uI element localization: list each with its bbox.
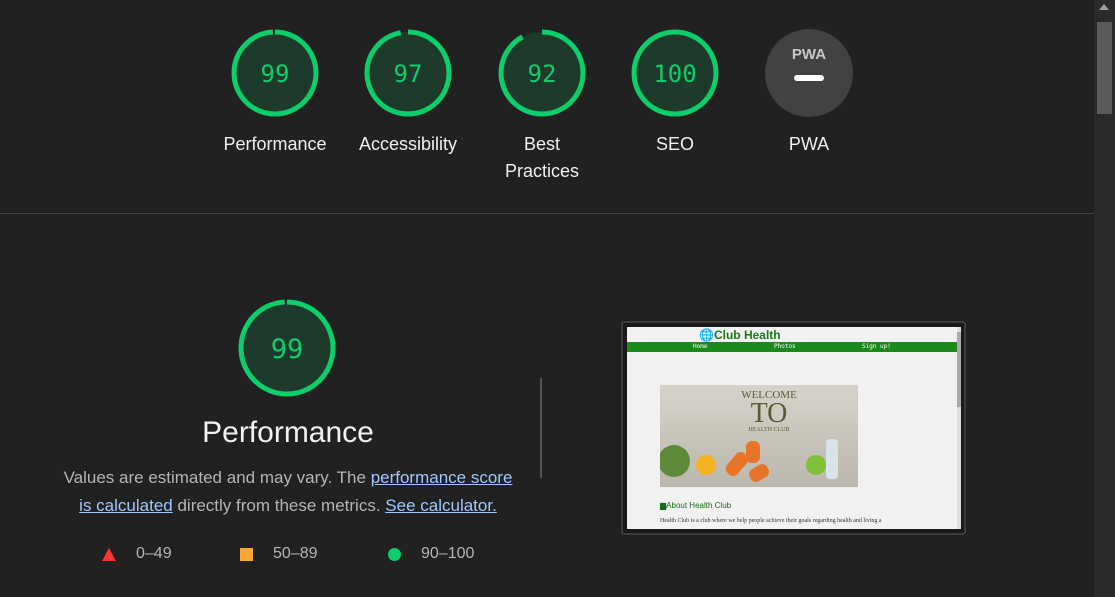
site-nav: Home Photos Sign up! [627, 342, 957, 352]
category-label-pwa: PWA [788, 134, 830, 154]
site-logo-text: Club Health [713, 328, 781, 342]
category-gauge-best-practices[interactable]: 92 [497, 28, 587, 118]
legend-label: 0–49 [136, 545, 172, 562]
final-screenshot: 🌐Club Health Home Photos Sign up! WELCOM… [627, 327, 961, 529]
score-ring: 97 [364, 29, 452, 117]
square-icon [240, 547, 253, 561]
section-divider [0, 213, 1094, 214]
score-ring: 92 [498, 29, 586, 117]
category-label-accessibility: Accessibility [358, 134, 458, 154]
vertical-separator [540, 378, 542, 478]
score-ring: 99 [238, 299, 336, 397]
pwa-dash-icon [794, 75, 824, 81]
category-gauge-seo[interactable]: 100 [630, 28, 720, 118]
triangle-icon [102, 547, 116, 561]
see-calculator-link[interactable]: See calculator. [385, 496, 497, 515]
legend-fail: 0–49 [102, 545, 172, 563]
score-value: 97 [394, 60, 423, 88]
circle-icon [388, 547, 401, 561]
score-value: 99 [261, 60, 290, 88]
about-heading-text: About Health Club [666, 501, 732, 510]
description-text: directly from these metrics. [172, 496, 386, 515]
performance-title: Performance [202, 416, 374, 449]
category-gauge-performance[interactable]: 99 [230, 28, 320, 118]
hero-image: WELCOME TO HEALTH CLUB [660, 385, 858, 487]
hero-food-graphic [660, 439, 838, 482]
page-scroll-thumb[interactable] [1097, 22, 1112, 114]
score-value: 92 [528, 60, 557, 88]
globe-icon: 🌐 [699, 328, 714, 342]
score-ring: 100 [631, 29, 719, 117]
performance-gauge: 99 [237, 298, 337, 398]
legend-label: 90–100 [421, 545, 475, 562]
site-logo: 🌐Club Health [699, 328, 781, 342]
category-label-seo: SEO [655, 134, 694, 154]
category-gauge-accessibility[interactable]: 97 [363, 28, 453, 118]
legend-pass: 90–100 [388, 545, 474, 563]
pwa-badge-text: PWA [792, 46, 826, 63]
performance-description: Values are estimated and may vary. The p… [60, 464, 516, 520]
nav-item-signup: Sign up! [862, 343, 891, 350]
category-label-best-practices: Best Practices [504, 134, 580, 181]
score-value: 100 [653, 60, 696, 88]
legend-average: 50–89 [240, 545, 318, 563]
category-label-performance: Performance [223, 134, 327, 154]
scroll-up-arrow-icon[interactable] [1099, 4, 1109, 10]
legend-label: 50–89 [273, 545, 318, 562]
category-gauge-pwa[interactable]: PWA [764, 28, 854, 118]
about-text: Health Club is a club where we help peop… [660, 518, 882, 524]
nav-item-photos: Photos [774, 343, 796, 350]
score-ring: 99 [231, 29, 319, 117]
about-heading: ▆About Health Club [660, 501, 731, 510]
nav-item-home: Home [693, 343, 708, 350]
description-text: Values are estimated and may vary. The [63, 468, 371, 487]
screenshot-scroll-thumb [957, 332, 961, 407]
score-value: 99 [271, 334, 304, 365]
pwa-badge-icon: PWA [765, 29, 853, 117]
